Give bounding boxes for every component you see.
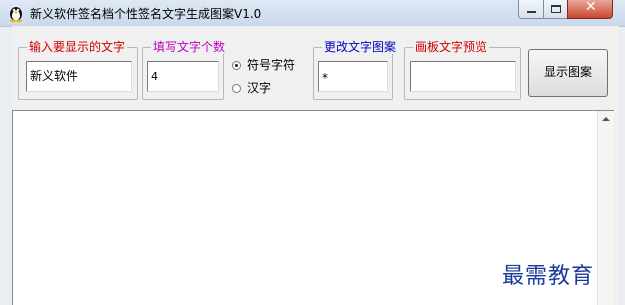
radio-hanzi-label: 汉字 [247,81,272,95]
count-label: 填写文字个数 [151,40,228,54]
show-pattern-button[interactable]: 显示图案 [528,49,608,97]
pattern-input[interactable]: * [318,61,388,92]
text-input[interactable]: 新义软件 [26,61,132,92]
preview-box [410,61,516,92]
title-bar[interactable]: 新义软件签名档个性签名文字生成图案V1.0 ✕ [0,0,625,27]
scroll-up-arrow-icon[interactable] [602,117,610,121]
close-icon: ✕ [585,0,597,15]
minimize-button[interactable] [518,0,544,19]
radio-hanzi[interactable]: 汉字 [232,79,271,96]
radio-symbol[interactable]: 符号字符 [232,56,295,73]
watermark-logo: 最需教育 [502,264,595,289]
penguin-icon [10,7,22,22]
minimize-icon [527,11,536,13]
text-input-label: 输入要显示的文字 [27,40,128,54]
radio-symbol-label: 符号字符 [247,58,296,72]
radio-symbol-dot[interactable] [232,61,241,70]
preview-label: 画板文字预览 [413,40,490,54]
window-title: 新义软件签名档个性签名文字生成图案V1.0 [30,7,262,21]
vertical-scrollbar[interactable] [597,111,614,305]
close-button[interactable]: ✕ [567,0,613,19]
maximize-button[interactable] [543,0,568,19]
pattern-label: 更改文字图案 [322,40,399,54]
radio-hanzi-dot[interactable] [232,84,241,93]
maximize-icon [551,5,561,13]
count-input[interactable]: 4 [147,61,219,92]
